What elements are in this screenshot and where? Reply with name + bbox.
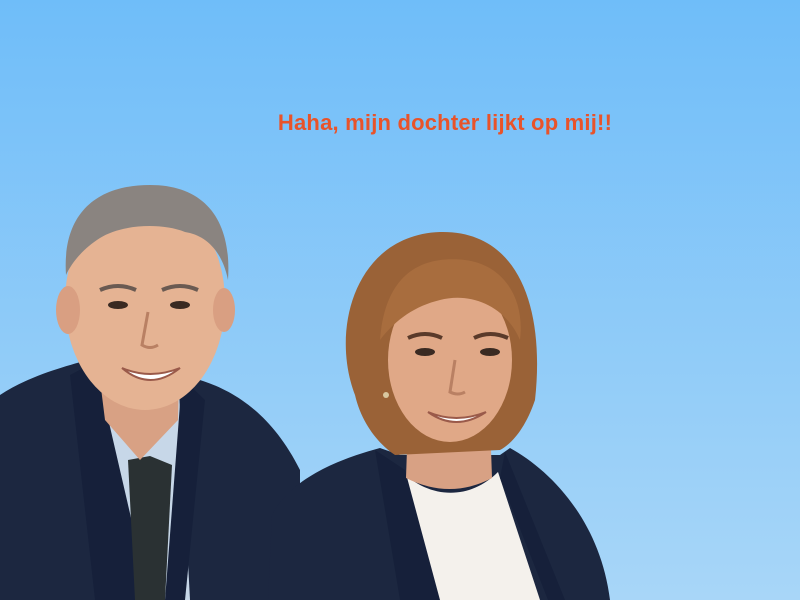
man-ear-left (56, 286, 80, 334)
meme-image: Haha, mijn dochter lijkt op mij!! (0, 0, 800, 600)
people-illustration (0, 185, 610, 600)
woman-eye-left (415, 348, 435, 356)
woman-figure (268, 231, 610, 600)
man-eye-right (170, 301, 190, 309)
man-tie (128, 456, 172, 600)
woman-earring (383, 392, 389, 398)
man-figure (0, 185, 300, 600)
woman-eye-right (480, 348, 500, 356)
man-ear-right (213, 288, 235, 332)
man-eye-left (108, 301, 128, 309)
